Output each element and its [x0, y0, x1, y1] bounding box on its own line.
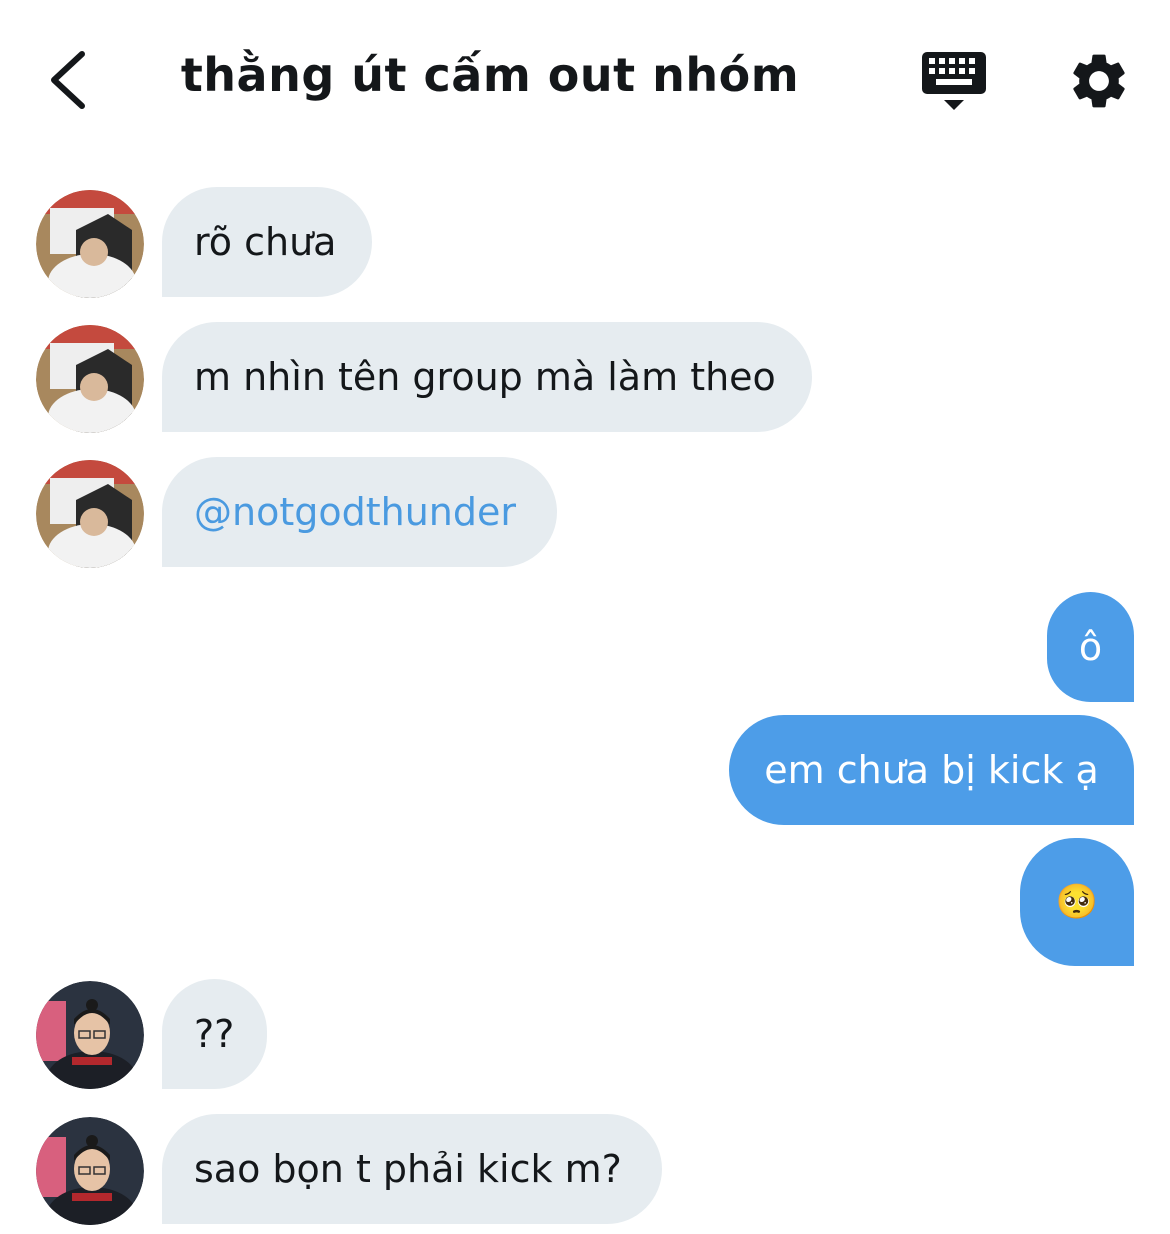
settings-button[interactable]: [1066, 48, 1132, 114]
sender-avatar[interactable]: [36, 190, 144, 298]
sender-avatar[interactable]: [36, 1117, 144, 1225]
avatar-photo-icon: [36, 1117, 144, 1225]
conversation-title[interactable]: thằng út cấm out nhóm: [160, 48, 820, 102]
mention-link[interactable]: @notgodthunder: [194, 490, 516, 534]
outgoing-message-bubble[interactable]: em chưa bị kick ạ: [729, 715, 1134, 825]
avatar-photo-icon: [36, 325, 144, 433]
outgoing-message-bubble[interactable]: 🥺: [1020, 838, 1134, 966]
avatar-photo-icon: [36, 981, 144, 1089]
message-text: em chưa bị kick ạ: [764, 748, 1099, 792]
chevron-left-icon: [51, 51, 85, 109]
sender-avatar[interactable]: [36, 981, 144, 1089]
message-emoji: 🥺: [1055, 882, 1099, 922]
outgoing-message-bubble[interactable]: ô: [1047, 592, 1134, 702]
keyboard-hide-icon: [922, 52, 986, 110]
incoming-message-bubble[interactable]: @notgodthunder: [162, 457, 557, 567]
gear-icon: [1073, 54, 1125, 108]
sender-avatar[interactable]: [36, 325, 144, 433]
chat-header: thằng út cấm out nhóm: [0, 0, 1170, 160]
avatar-photo-icon: [36, 190, 144, 298]
message-text: rõ chưa: [194, 220, 337, 264]
message-text: m nhìn tên group mà làm theo: [194, 355, 776, 399]
back-button[interactable]: [38, 42, 98, 118]
incoming-message-bubble[interactable]: sao bọn t phải kick m?: [162, 1114, 662, 1224]
incoming-message-bubble[interactable]: rõ chưa: [162, 187, 372, 297]
message-text: ??: [194, 1012, 235, 1056]
sender-avatar[interactable]: [36, 460, 144, 568]
message-text: sao bọn t phải kick m?: [194, 1147, 622, 1191]
keyboard-toggle-button[interactable]: [918, 48, 990, 114]
avatar-photo-icon: [36, 460, 144, 568]
incoming-message-bubble[interactable]: m nhìn tên group mà làm theo: [162, 322, 812, 432]
message-text: ô: [1078, 625, 1103, 669]
incoming-message-bubble[interactable]: ??: [162, 979, 267, 1089]
